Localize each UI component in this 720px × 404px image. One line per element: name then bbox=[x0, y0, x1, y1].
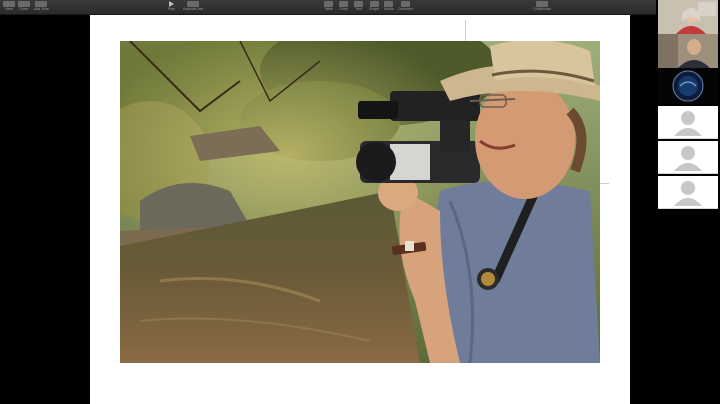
person-placeholder-icon bbox=[674, 181, 702, 206]
person-placeholder-icon bbox=[674, 111, 702, 136]
participants-panel bbox=[656, 0, 720, 404]
shared-slide bbox=[90, 15, 630, 404]
keynote-live-button[interactable]: Keynote Live bbox=[183, 1, 203, 14]
photo-illustration bbox=[120, 41, 600, 363]
slide-guide-tick bbox=[599, 183, 609, 184]
participant-logo-badge[interactable] bbox=[658, 68, 718, 104]
view-button[interactable]: View bbox=[3, 1, 15, 14]
camera-operator-photo bbox=[120, 41, 600, 363]
participant-man-image bbox=[658, 34, 718, 68]
comment-button[interactable]: Comment bbox=[398, 1, 413, 14]
play-button[interactable]: Play bbox=[168, 1, 175, 14]
keynote-toolbar: View Zoom Add Slide Play Keynote Live Ta… bbox=[0, 0, 656, 15]
participant-man-video[interactable] bbox=[658, 34, 718, 68]
text-button[interactable]: Text bbox=[354, 1, 363, 14]
participant-tile-3[interactable] bbox=[658, 176, 718, 209]
chart-button[interactable]: Chart bbox=[339, 1, 348, 14]
add-slide-button[interactable]: Add Slide bbox=[34, 1, 49, 14]
media-button[interactable]: Media bbox=[384, 1, 394, 14]
table-button[interactable]: Table bbox=[324, 1, 333, 14]
collaborate-button[interactable]: Collaborate bbox=[533, 1, 551, 14]
person-placeholder-icon bbox=[674, 146, 702, 171]
participant-tile-2[interactable] bbox=[658, 141, 718, 174]
shape-button[interactable]: Shape bbox=[369, 1, 379, 14]
participant-tile-1[interactable] bbox=[658, 106, 718, 139]
zoom-button[interactable]: Zoom bbox=[18, 1, 30, 14]
participant-woman-image bbox=[658, 0, 718, 34]
slide-guide-line bbox=[465, 20, 466, 42]
participant-woman-video[interactable] bbox=[658, 0, 718, 34]
logo-badge-icon bbox=[658, 68, 718, 104]
